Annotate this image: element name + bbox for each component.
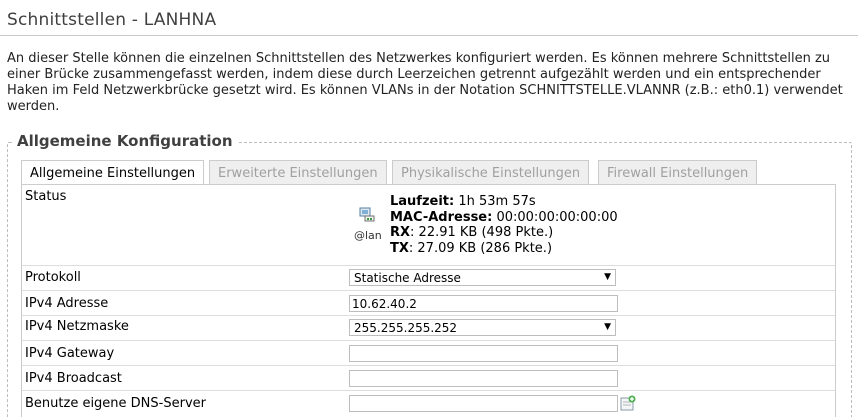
ipv4-netmask-select[interactable]: 255.255.255.252 ▼ bbox=[349, 319, 616, 336]
status-uptime: Laufzeit: 1h 53m 57s bbox=[390, 194, 618, 210]
network-port-icon bbox=[359, 207, 375, 222]
ipv4-address-input[interactable]: 10.62.40.2 bbox=[349, 295, 618, 312]
ipv4-address-label: IPv4 Adresse bbox=[25, 296, 109, 311]
uptime-label: Laufzeit: bbox=[390, 194, 455, 209]
rx-value: : 22.91 KB (498 Pkte.) bbox=[410, 225, 554, 240]
status-interface-name: @lan bbox=[354, 229, 382, 242]
page-title: Schnittstellen - LANHNA bbox=[0, 0, 858, 36]
tab-physical-settings[interactable]: Physikalische Einstellungen bbox=[392, 160, 590, 184]
rx-label: RX bbox=[390, 225, 411, 240]
chevron-down-icon: ▼ bbox=[604, 272, 611, 282]
tab-firewall-settings[interactable]: Firewall Einstellungen bbox=[598, 160, 758, 184]
page-description: An dieser Stelle können die einzelnen Sc… bbox=[7, 51, 843, 114]
chevron-down-icon: ▼ bbox=[604, 322, 611, 332]
status-rx: RX: 22.91 KB (498 Pkte.) bbox=[390, 225, 618, 241]
ipv4-broadcast-label: IPv4 Broadcast bbox=[25, 371, 122, 386]
protocol-row: Protokoll Statische Adresse ▼ bbox=[22, 266, 835, 291]
ipv4-gateway-label: IPv4 Gateway bbox=[25, 346, 115, 361]
mac-label: MAC-Adresse: bbox=[390, 209, 493, 225]
ipv4-netmask-row: IPv4 Netzmaske 255.255.255.252 ▼ bbox=[22, 316, 835, 341]
protocol-select[interactable]: Statische Adresse ▼ bbox=[349, 269, 616, 286]
status-info: Laufzeit: 1h 53m 57s MAC-Adresse: 00:00:… bbox=[390, 194, 618, 256]
uptime-value: 1h 53m 57s bbox=[458, 194, 536, 209]
status-mac: MAC-Adresse: 00:00:00:00:00:00 bbox=[390, 210, 618, 226]
status-label: Status bbox=[25, 189, 67, 204]
general-settings-panel: Status @lan Laufzeit: 1h 53m 57s MAC-Adr… bbox=[21, 184, 836, 417]
dns-row: Benutze eigene DNS-Server bbox=[22, 391, 835, 417]
mac-value: 00:00:00:00:00:00 bbox=[496, 209, 618, 225]
ipv4-gateway-input[interactable] bbox=[349, 345, 618, 362]
ipv4-gateway-row: IPv4 Gateway bbox=[22, 341, 835, 366]
add-field-icon[interactable] bbox=[620, 395, 636, 411]
ipv4-netmask-label: IPv4 Netzmaske bbox=[25, 319, 129, 334]
status-tx: TX: 27.09 KB (286 Pkte.) bbox=[390, 241, 618, 257]
protocol-label: Protokoll bbox=[25, 270, 81, 285]
protocol-value: Statische Adresse bbox=[354, 271, 461, 285]
dns-label: Benutze eigene DNS-Server bbox=[25, 396, 206, 411]
section-legend: Allgemeine Konfiguration bbox=[14, 132, 237, 150]
ipv4-broadcast-row: IPv4 Broadcast bbox=[22, 366, 835, 391]
ipv4-broadcast-input[interactable] bbox=[349, 370, 618, 387]
ipv4-netmask-value: 255.255.255.252 bbox=[354, 321, 458, 335]
status-row: Status @lan Laufzeit: 1h 53m 57s MAC-Adr… bbox=[22, 185, 835, 266]
tx-value: : 27.09 KB (286 Pkte.) bbox=[408, 240, 553, 256]
tx-label: TX bbox=[390, 240, 409, 256]
ipv4-address-row: IPv4 Adresse 10.62.40.2 bbox=[22, 291, 835, 316]
tab-advanced-settings[interactable]: Erweiterte Einstellungen bbox=[209, 160, 387, 184]
dns-input[interactable] bbox=[349, 395, 618, 412]
tab-general-settings[interactable]: Allgemeine Einstellungen bbox=[21, 160, 205, 185]
